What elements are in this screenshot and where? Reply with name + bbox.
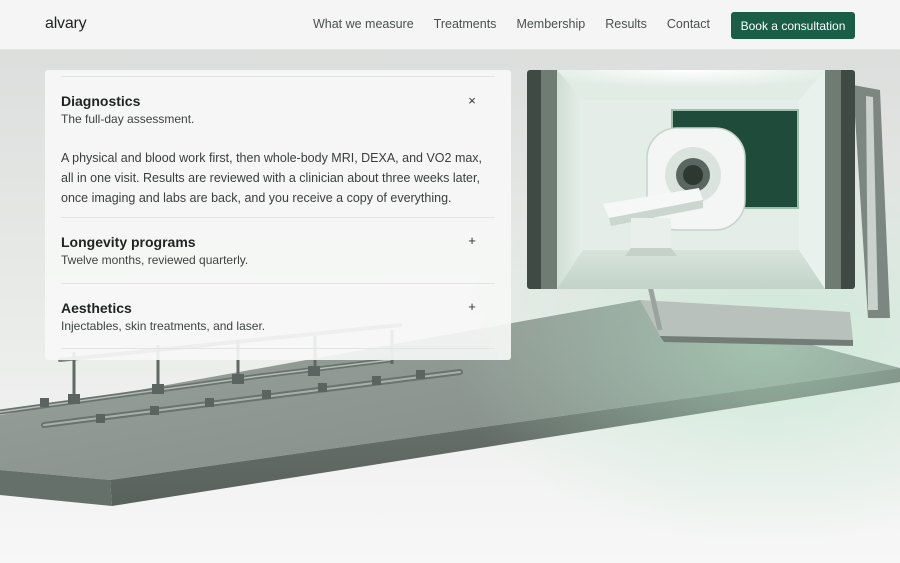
mri-scanner-illustration — [527, 70, 855, 289]
nav-item-results[interactable]: Results — [605, 17, 647, 31]
nav-item-contact[interactable]: Contact — [667, 17, 710, 31]
accordion-subtitle: Injectables, skin treatments, and laser. — [61, 319, 266, 333]
plus-icon[interactable]: + — [465, 299, 479, 314]
site-header: alvary What we measure Treatments Member… — [0, 0, 900, 50]
accordion-item-aesthetics[interactable]: Aesthetics Injectables, skin treatments,… — [61, 284, 495, 349]
accordion-title[interactable]: Aesthetics — [61, 300, 132, 316]
accordion-subtitle: Twelve months, reviewed quarterly. — [61, 253, 249, 267]
nav-item-membership[interactable]: Membership — [516, 17, 585, 31]
accordion-body: A physical and blood work first, then wh… — [61, 151, 483, 205]
accordion-subtitle: The full-day assessment. — [61, 112, 195, 126]
close-icon[interactable]: × — [465, 93, 479, 108]
mri-room-photo — [527, 70, 855, 289]
brand-logo[interactable]: alvary — [45, 15, 87, 33]
accordion-title[interactable]: Longevity programs — [61, 234, 196, 250]
accordion-title[interactable]: Diagnostics — [61, 93, 140, 109]
accordion-item-diagnostics[interactable]: Diagnostics The full-day assessment. × A… — [61, 77, 495, 218]
accordion-item-longevity-programs[interactable]: Longevity programs Twelve months, review… — [61, 218, 495, 284]
plus-icon[interactable]: + — [465, 233, 479, 248]
nav-item-what-we-measure[interactable]: What we measure — [313, 17, 414, 31]
book-consultation-button[interactable]: Book a consultation — [731, 12, 855, 39]
main-nav: What we measure Treatments Membership Re… — [313, 17, 710, 31]
services-accordion: Diagnostics The full-day assessment. × A… — [45, 70, 511, 360]
nav-item-treatments[interactable]: Treatments — [434, 17, 497, 31]
